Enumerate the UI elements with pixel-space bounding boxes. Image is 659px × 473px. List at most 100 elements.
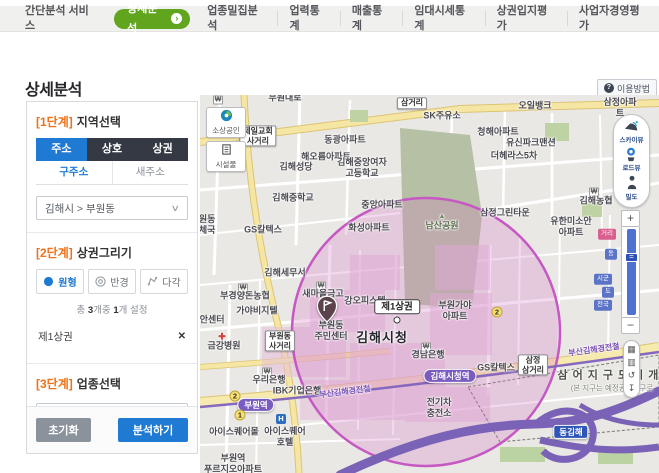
map-label-아이스퀘어호텔: 아이스퀘어 호텔 [264,426,305,448]
view-control-스카이뷰[interactable]: 스카이뷰 [620,120,644,146]
map-label-부원동사거리: 부원동 사거리 [265,330,295,351]
step2-number: [2단계] [36,244,73,261]
building-layer-icon[interactable]: ▥ [627,357,636,368]
map-label-부산김해경전철: 부산김해경전철 [319,384,371,400]
zoom-control: + = − [621,210,640,334]
nav-item-상권입지평가[interactable]: 상권입지평가 [485,11,567,26]
tool-circle[interactable]: 원형 [36,269,84,294]
analysis-panel: [1단계] 지역선택 주소 상호 상권 구주소 새주소 김해시 > 부원동 ∨ … [26,101,198,454]
map-label-김해중학교: 김해중학교 [272,193,313,204]
region-select[interactable]: 김해시 > 부원동 ∨ [36,196,188,220]
map-label-삼거리: 삼거리 [397,97,427,109]
map-label-삼어지구도시개발: 삼어지구도시개발 [558,369,659,382]
address-subtabs: 구주소 새주소 [36,161,188,185]
reset-button[interactable]: 초기화 [36,418,91,442]
step1-header: [1단계] 지역선택 [36,113,188,130]
zoom-level-도[interactable]: 도 [602,287,614,298]
zoom-level-거리[interactable]: 거리 [598,229,616,240]
tool-polygon-label: 다각 [162,274,180,289]
map-label-₩: ₩ [316,282,326,291]
view-control-로드뷰[interactable]: 로드뷰 [623,147,641,174]
tool-radius[interactable]: 반경 [88,269,136,294]
nav-item-매출통계[interactable]: 매출통계 [340,11,402,26]
download-map-icon[interactable]: ↧ [628,383,636,394]
map-label-전기차충전소: 전기차 충전소 [427,397,452,419]
section-divider [27,232,197,233]
polygon-icon [147,276,158,287]
map-label-김해세무서: 김해세무서 [264,268,305,279]
map-label-부원역푸르지오아파트: 부원역 푸르지오아파트 [204,453,262,473]
panel-footer: 초기화 분석하기 [27,406,197,453]
cadastral-map-icon[interactable]: ▦ [627,344,636,355]
chevron-down-icon: ∨ [171,203,180,214]
map-label-남산공원: 남산공원 [425,221,458,232]
map-label-유신파크맨션: 유신파크맨션 [506,138,556,149]
map-label-강오피스텔: 강오피스텔 [344,296,385,307]
roadview-icon [624,147,638,165]
view-control-label: 밀도 [626,194,638,202]
nav-item-사업자경영평가[interactable]: 사업자경영평가 [567,11,659,26]
nav-item-간단분석 서비스[interactable]: 간단분석 서비스 [14,11,108,26]
analyze-button[interactable]: 분석하기 [118,418,188,442]
tool-polygon[interactable]: 다각 [140,269,188,294]
step2-header: [2단계] 상권그리기 [36,244,188,261]
map-label-부원동우체국: 부원동 우체국 [200,214,215,236]
map-control-소상공인[interactable]: 소상공인 [206,107,246,138]
zoom-level-전국[interactable]: 전국 [594,300,612,311]
tab-address[interactable]: 주소 [36,138,87,161]
map-label-SK주유소: SK주유소 [423,111,460,122]
zoom-slider-handle[interactable]: = [625,253,638,262]
subtab-new-address[interactable]: 새주소 [112,161,189,184]
radius-icon [95,276,106,287]
map-label-동김해: 동김해 [553,425,588,439]
map-label-경남은행: 경남은행 [411,350,444,361]
reset-view-icon[interactable]: ↺ [628,370,636,381]
map-control-label: 시설물 [216,159,237,170]
zoom-slider[interactable]: = [621,227,640,317]
map-view-controls: 스카이뷰로드뷰밀도 [613,114,650,208]
active-caret-icon: › [171,13,182,24]
nav-item-임대시세통계[interactable]: 임대시세통계 [402,11,484,26]
map-label-₩: ₩ [421,343,431,352]
subtab-old-address[interactable]: 구주소 [36,161,112,184]
map-control-시설물[interactable]: 시설물 [206,141,246,172]
step1-title: 지역선택 [77,113,121,130]
map-label-김해농협: 김해농협 [579,196,612,207]
zoom-out-button[interactable]: − [621,317,640,334]
map-label-치안센터: 치안센터 [200,315,225,326]
trade-area-pin[interactable] [316,295,338,323]
nav-item-업종밀집분석[interactable]: 업종밀집분석 [196,11,277,26]
page-title: 상세분석 [25,76,82,100]
map-label-해오름아파트: 해오름아파트 [301,152,351,163]
tab-trade-area[interactable]: 상권 [137,138,188,161]
view-control-label: 로드뷰 [623,165,641,173]
map-label-₩: ₩ [589,188,599,197]
map-label-김해성당: 김해성당 [279,162,312,173]
question-icon: ? [604,83,614,93]
map-canvas[interactable]: 부원대로삼거리제일교회 사거리동광아파트SK주유소오일뱅크삼정아파트해오름아파트… [200,95,659,473]
map-label-부원동주민센터: 부원동 주민센터 [314,320,347,342]
map-label-▲: ▲ [439,213,446,221]
map-utility-controls: ▦ ▥ ↺ ↧ [623,340,640,398]
view-control-label: 스카이뷰 [620,137,644,145]
view-control-밀도[interactable]: 밀도 [626,175,638,202]
tool-circle-label: 원형 [58,274,76,289]
map-label-삼정삼거리: 삼정 삼거리 [518,354,548,375]
remove-area-icon[interactable]: ✕ [178,332,186,342]
nav-item-업력통계[interactable]: 업력통계 [277,11,339,26]
step3-number: [3단계] [36,375,73,392]
zoom-in-button[interactable]: + [621,210,640,227]
skyview-icon [623,120,639,137]
nav-item-상세분석[interactable]: 상세분석› [114,9,190,29]
zoom-level-시군[interactable]: 시군 [594,274,612,285]
step3-title: 업종선택 [77,375,121,392]
draw-tools: 원형 반경 다각 [36,269,188,294]
tab-store-name[interactable]: 상호 [87,138,138,161]
map-layer-controls: 소상공인시설물 [206,107,246,172]
zoom-level-동[interactable]: 동 [605,249,617,260]
map-label-삼정그린타운: 삼정그린타운 [480,208,530,219]
step3-header: [3단계] 업종선택 [36,375,188,392]
map-label-₩: ₩ [262,368,272,377]
map-label-dot [394,317,401,324]
map-label-₩: ₩ [238,284,248,293]
